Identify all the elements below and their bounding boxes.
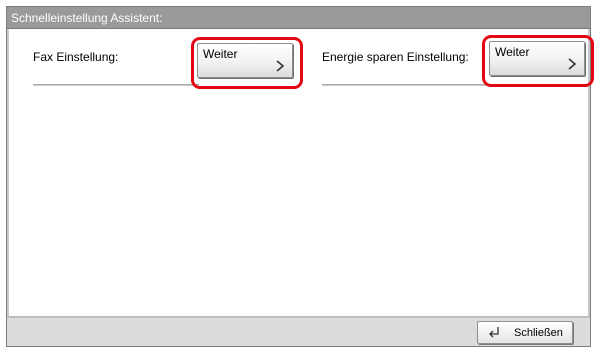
fax-setting-label: Fax Einstellung: bbox=[33, 50, 119, 64]
fax-button-highlight bbox=[191, 37, 303, 89]
close-button-label: Schließen bbox=[514, 327, 563, 339]
energy-button-highlight bbox=[482, 35, 594, 87]
fax-setting-divider bbox=[33, 84, 199, 86]
close-button[interactable]: Schließen bbox=[477, 321, 573, 344]
energy-setting-divider bbox=[322, 84, 488, 86]
return-arrow-icon bbox=[489, 327, 499, 338]
energy-setting-label: Energie sparen Einstellung: bbox=[322, 50, 469, 64]
window-title: Schnelleinstellung Assistent: bbox=[7, 7, 590, 29]
